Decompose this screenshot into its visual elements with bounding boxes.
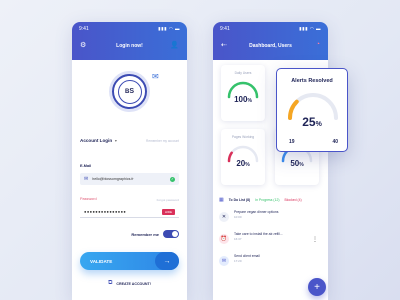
tab-todo[interactable]: To Do List (8) — [229, 198, 250, 202]
alarm-icon: ⏰ — [219, 234, 229, 244]
password-field[interactable]: ●●●●●●●●●●●●●●● HIDE — [80, 206, 179, 218]
utensils-icon: ✕ — [219, 212, 229, 222]
email-value: hello@blossomgraphics.fr — [92, 177, 134, 181]
alerts-percent: 25% — [302, 115, 322, 129]
card-percent: 50% — [290, 159, 304, 168]
remember-me-row: Remember me — [131, 230, 179, 238]
mail-icon: ✉ — [219, 256, 229, 266]
account-login-label: Account Login — [80, 138, 113, 143]
status-signal: ▮▮▮ ◠ ▬ — [299, 26, 321, 31]
email-field[interactable]: ✉ hello@blossomgraphics.fr ✓ — [80, 173, 179, 185]
notification-icon[interactable]: ✉ — [152, 72, 159, 81]
alerts-max: 40 — [332, 139, 338, 145]
status-bar: 9:41 ▮▮▮ ◠ ▬ — [72, 22, 187, 32]
email-label: E-Mail — [80, 164, 92, 168]
login-app-bar: 9:41 ▮▮▮ ◠ ▬ ⚙ Login now! 👤 — [72, 22, 187, 60]
chevron-down-icon: ▼ — [114, 139, 118, 143]
arrow-right-icon: → — [155, 252, 179, 270]
login-screen: 9:41 ▮▮▮ ◠ ▬ ⚙ Login now! 👤 BS ✉ Account… — [72, 22, 187, 300]
card-title: Pages Working — [231, 135, 255, 139]
mail-icon: ✉ — [84, 176, 89, 182]
remember-me-toggle[interactable] — [163, 230, 179, 238]
status-signal: ▮▮▮ ◠ ▬ — [158, 26, 180, 31]
validate-label: VALIDATE — [90, 258, 113, 264]
status-bar: 9:41 ▮▮▮ ◠ ▬ — [213, 22, 328, 32]
card-percent-value: 20 — [236, 159, 246, 168]
task-item[interactable]: ✕ Prepare vegan dinner options 10:00 — [219, 210, 322, 230]
task-time: 16:37 — [234, 237, 242, 241]
add-user-icon[interactable]: 👤 — [170, 41, 179, 49]
more-options-icon[interactable]: ⋮ — [312, 236, 318, 243]
logo-inner: BS — [117, 79, 142, 104]
logo: BS — [112, 74, 147, 109]
dashboard-title: Dashboard, Users — [249, 43, 292, 49]
alerts-title: Alerts Resolved — [291, 78, 333, 84]
calendar-icon: ▦ — [219, 197, 224, 203]
task-tabs: ▦ To Do List (8) In Progress (12) Blocke… — [219, 197, 322, 203]
card-percent: 100% — [234, 95, 252, 104]
remember-me-label: Remember me — [131, 231, 159, 237]
pages-working-card[interactable]: Pages Working 20% — [221, 129, 265, 185]
create-account-link[interactable]: ⧉ CREATE ACCOUNT! — [72, 280, 187, 287]
alerts-percent-value: 25 — [302, 115, 316, 129]
user-plus-icon: ⧉ — [108, 280, 113, 286]
add-task-button[interactable]: + — [308, 278, 326, 296]
daily-users-card[interactable]: Daily Users 100% — [221, 65, 265, 121]
password-label: Password — [80, 197, 97, 201]
dashboard-app-bar: 9:41 ▮▮▮ ◠ ▬ ⇠ Dashboard, Users ◔ — [213, 22, 328, 60]
hide-password-button[interactable]: HIDE — [161, 208, 175, 215]
dashboard-screen: 9:41 ▮▮▮ ◠ ▬ ⇠ Dashboard, Users ◔ Daily … — [213, 22, 328, 300]
settings-icon[interactable]: ◔ — [316, 41, 320, 48]
plus-icon: + — [314, 281, 320, 293]
password-value: ●●●●●●●●●●●●●●● — [84, 209, 127, 214]
task-item[interactable]: ⏰ Take care to install the air-refill...… — [219, 232, 322, 252]
task-time: 10:00 — [234, 215, 242, 219]
logo-letter-s: S — [129, 88, 134, 95]
create-account-label: CREATE ACCOUNT! — [116, 281, 151, 286]
task-time: 17:20 — [234, 259, 242, 263]
task-body: Send client email 17:20 — [234, 254, 260, 263]
card-percent-value: 50 — [290, 159, 300, 168]
status-time: 9:41 — [220, 26, 230, 32]
tab-blocked[interactable]: Blocked (4) — [284, 198, 301, 202]
validate-button[interactable]: VALIDATE → — [80, 252, 179, 270]
task-body: Prepare vegan dinner options 10:00 — [234, 210, 279, 219]
alerts-min: 19 — [289, 139, 295, 145]
status-time: 9:41 — [79, 26, 89, 32]
tab-in-progress[interactable]: In Progress (12) — [255, 198, 279, 202]
task-item[interactable]: ✉ Send client email 17:20 — [219, 254, 322, 274]
task-body: Take care to install the air-refill... 1… — [234, 232, 283, 241]
remember-account-link[interactable]: Remember my account — [146, 139, 179, 143]
card-percent-value: 100 — [234, 95, 248, 104]
card-title: Daily Users — [234, 71, 252, 75]
check-icon: ✓ — [170, 176, 175, 182]
alerts-resolved-card[interactable]: Alerts Resolved 25% 19 40 — [276, 68, 348, 152]
account-login-dropdown[interactable]: Account Login ▼ — [80, 138, 118, 143]
account-row: Account Login ▼ Remember my account — [80, 138, 179, 143]
forgot-password-link[interactable]: Forgot password — [157, 198, 179, 202]
card-percent: 20% — [236, 159, 250, 168]
